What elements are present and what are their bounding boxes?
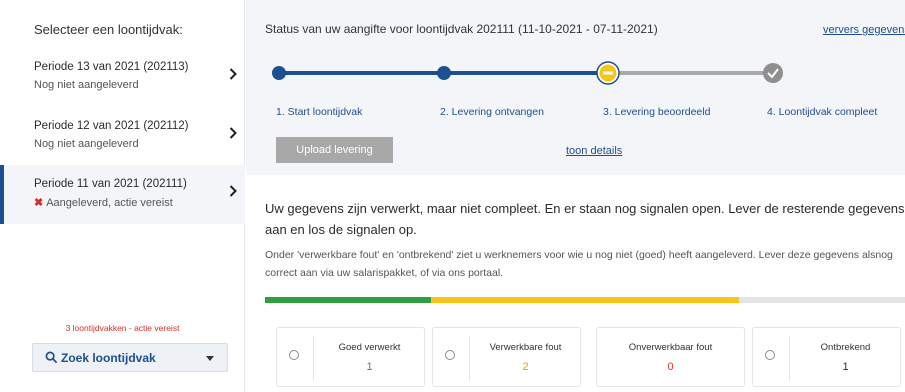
search-period-dropdown[interactable]: Zoek loontijdvak [32, 343, 228, 372]
step-3-warning-icon [596, 61, 620, 85]
status-card: Uw gegevens zijn verwerkt, maar niet com… [246, 175, 905, 392]
sidebar-title: Selecteer een loontijdvak: [34, 22, 183, 37]
tile-label: Verwerkbare fout [489, 342, 562, 353]
period-status: Nog niet aangeleverd [34, 79, 139, 91]
progress-stepper [272, 61, 783, 85]
period-title: Periode 11 van 2021 (202111) [34, 178, 187, 190]
result-tiles: Goed verwerkt 1 Verwerkbare fout 2 Onver… [246, 327, 905, 392]
step-4-check-icon [763, 63, 783, 83]
period-status: Nog niet aangeleverd [34, 138, 139, 150]
radio-button[interactable] [445, 350, 455, 360]
error-x-icon: ✖ [34, 197, 44, 209]
tile-value: 1 [366, 361, 373, 373]
period-item-202111[interactable]: Periode 11 van 2021 (202111) ✖ Aangelever… [0, 165, 245, 224]
progress-segment-green [265, 297, 432, 303]
progress-segment-yellow [431, 297, 739, 303]
show-details-link[interactable]: toon details [566, 145, 622, 157]
divider [313, 336, 314, 380]
main-panel: Status van uw aangifte voor loontijdvak … [246, 0, 905, 392]
tile-label: Ontbrekend [820, 342, 871, 353]
step-label-4: 4. Loontijdvak compleet [767, 106, 878, 118]
period-item-202113[interactable]: Periode 13 van 2021 (202113) Nog niet aa… [0, 48, 245, 105]
tile-goed-verwerkt[interactable]: Goed verwerkt 1 [276, 327, 425, 387]
status-message: Uw gegevens zijn verwerkt, maar niet com… [265, 201, 905, 237]
chevron-right-icon [229, 68, 237, 80]
divider [789, 336, 790, 380]
divider [469, 336, 470, 380]
step-label-3: 3. Levering beoordeeld [603, 106, 711, 118]
radio-button[interactable] [765, 350, 775, 360]
period-item-202112[interactable]: Periode 12 van 2021 (202112) Nog niet aa… [0, 107, 245, 164]
status-title: Status van uw aangifte voor loontijdvak … [265, 22, 658, 36]
tile-ontbrekend[interactable]: Ontbrekend 1 [752, 327, 901, 387]
period-title: Periode 12 van 2021 (202112) [34, 120, 189, 132]
chevron-right-icon [229, 127, 237, 139]
processing-progress-bar [265, 297, 905, 303]
search-icon [45, 351, 58, 364]
tile-label: Onverwerkbaar fout [628, 342, 713, 353]
search-period-label: Zoek loontijdvak [61, 351, 156, 365]
radio-button[interactable] [289, 350, 299, 360]
status-submessage: Onder 'verwerkbare fout' en 'ontbrekend'… [265, 249, 893, 279]
tile-onverwerkbaar-fout[interactable]: Onverwerkbaar fout 0 [596, 327, 745, 387]
sidebar: Selecteer een loontijdvak: Periode 13 va… [0, 0, 245, 392]
period-status-text: Aangeleverd, actie vereist [46, 197, 173, 209]
period-status: ✖ Aangeleverd, actie vereist [34, 196, 173, 209]
step-label-2: 2. Levering ontvangen [440, 106, 544, 118]
refresh-data-link[interactable]: ververs gegevens [823, 24, 905, 36]
tile-verwerkbare-fout[interactable]: Verwerkbare fout 2 [432, 327, 581, 387]
tile-value: 2 [522, 361, 529, 373]
step-1-dot [272, 66, 286, 80]
step-2-dot [437, 66, 451, 80]
tile-label: Goed verwerkt [338, 342, 401, 353]
upload-delivery-button[interactable]: Upload levering [276, 137, 393, 163]
tile-value: 1 [842, 361, 849, 373]
period-title: Periode 13 van 2021 (202113) [34, 61, 189, 73]
caret-down-icon [206, 356, 214, 361]
step-label-1: 1. Start loontijdvak [276, 106, 363, 118]
action-required-warning: 3 loontijdvakken - actie vereist [65, 323, 180, 333]
chevron-right-icon [229, 185, 237, 197]
tile-value: 0 [667, 361, 674, 373]
